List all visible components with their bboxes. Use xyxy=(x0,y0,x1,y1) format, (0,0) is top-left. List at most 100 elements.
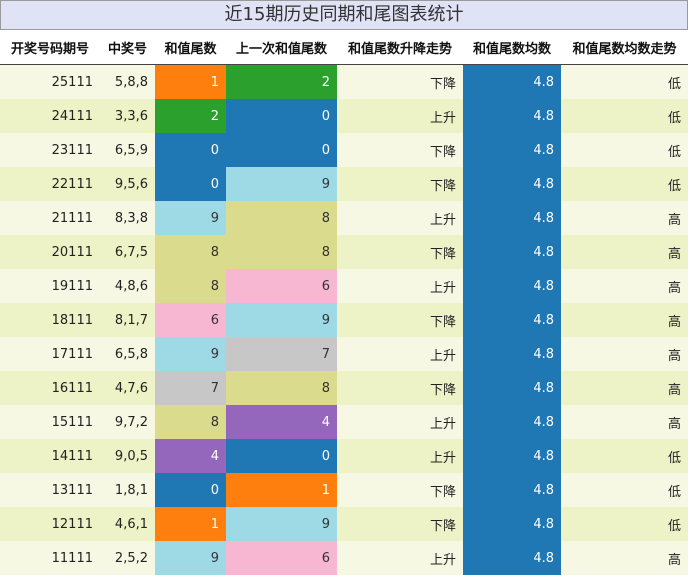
cell-trend: 下降 xyxy=(337,133,463,167)
cell-numbers: 4,8,6 xyxy=(100,269,155,303)
cell-numbers: 9,7,2 xyxy=(100,405,155,439)
cell-avg: 4.8 xyxy=(463,507,561,541)
cell-avg: 4.8 xyxy=(463,473,561,507)
cell-trend: 上升 xyxy=(337,269,463,303)
cell-avg: 4.8 xyxy=(463,541,561,575)
header-prev-tail: 上一次和值尾数 xyxy=(226,30,337,65)
cell-tail: 0 xyxy=(155,167,226,201)
table-body: 25111 5,8,8 1 2 下降 4.8 低 24111 3,3,6 2 0 上升 4.8 低 2311… xyxy=(0,64,688,575)
table-row: 15111 9,7,2 8 4 上升 4.8 高 xyxy=(0,405,688,439)
cell-avg-trend: 高 xyxy=(561,303,688,337)
table-row: 25111 5,8,8 1 2 下降 4.8 低 xyxy=(0,64,688,99)
cell-tail: 9 xyxy=(155,337,226,371)
cell-period: 11111 xyxy=(0,541,100,575)
cell-tail: 6 xyxy=(155,303,226,337)
cell-avg-trend: 高 xyxy=(561,405,688,439)
cell-avg: 4.8 xyxy=(463,269,561,303)
table-row: 22111 9,5,6 0 9 下降 4.8 低 xyxy=(0,167,688,201)
cell-tail: 8 xyxy=(155,235,226,269)
cell-avg: 4.8 xyxy=(463,64,561,99)
cell-trend: 上升 xyxy=(337,99,463,133)
cell-numbers: 4,7,6 xyxy=(100,371,155,405)
cell-numbers: 6,5,8 xyxy=(100,337,155,371)
cell-period: 22111 xyxy=(0,167,100,201)
cell-prev-tail: 0 xyxy=(226,439,337,473)
cell-avg-trend: 低 xyxy=(561,99,688,133)
cell-tail: 1 xyxy=(155,507,226,541)
cell-period: 16111 xyxy=(0,371,100,405)
cell-trend: 下降 xyxy=(337,507,463,541)
cell-numbers: 6,5,9 xyxy=(100,133,155,167)
cell-tail: 4 xyxy=(155,439,226,473)
cell-tail: 9 xyxy=(155,541,226,575)
cell-avg: 4.8 xyxy=(463,405,561,439)
cell-trend: 上升 xyxy=(337,405,463,439)
cell-avg: 4.8 xyxy=(463,337,561,371)
cell-period: 18111 xyxy=(0,303,100,337)
cell-tail: 9 xyxy=(155,201,226,235)
cell-period: 19111 xyxy=(0,269,100,303)
cell-period: 12111 xyxy=(0,507,100,541)
cell-prev-tail: 7 xyxy=(226,337,337,371)
cell-avg-trend: 高 xyxy=(561,269,688,303)
cell-numbers: 4,6,1 xyxy=(100,507,155,541)
cell-period: 23111 xyxy=(0,133,100,167)
cell-prev-tail: 9 xyxy=(226,507,337,541)
table-row: 11111 2,5,2 9 6 上升 4.8 高 xyxy=(0,541,688,575)
cell-numbers: 8,3,8 xyxy=(100,201,155,235)
cell-avg-trend: 低 xyxy=(561,473,688,507)
cell-avg: 4.8 xyxy=(463,99,561,133)
page-title: 近15期历史同期和尾图表统计 xyxy=(0,0,688,30)
cell-prev-tail: 6 xyxy=(226,541,337,575)
cell-trend: 下降 xyxy=(337,473,463,507)
cell-avg-trend: 低 xyxy=(561,133,688,167)
cell-period: 20111 xyxy=(0,235,100,269)
cell-numbers: 9,5,6 xyxy=(100,167,155,201)
cell-avg: 4.8 xyxy=(463,133,561,167)
cell-prev-tail: 9 xyxy=(226,303,337,337)
cell-tail: 8 xyxy=(155,269,226,303)
history-table: 开奖号码期号 中奖号 和值尾数 上一次和值尾数 和值尾数升降走势 和值尾数均数 … xyxy=(0,30,688,575)
header-period: 开奖号码期号 xyxy=(0,30,100,65)
table-row: 19111 4,8,6 8 6 上升 4.8 高 xyxy=(0,269,688,303)
cell-trend: 上升 xyxy=(337,541,463,575)
header-avg-trend: 和值尾数均数走势 xyxy=(561,30,688,65)
cell-period: 24111 xyxy=(0,99,100,133)
cell-tail: 2 xyxy=(155,99,226,133)
cell-trend: 上升 xyxy=(337,337,463,371)
cell-prev-tail: 6 xyxy=(226,269,337,303)
cell-prev-tail: 2 xyxy=(226,64,337,99)
header-tail: 和值尾数 xyxy=(155,30,226,65)
table-row: 18111 8,1,7 6 9 下降 4.8 高 xyxy=(0,303,688,337)
cell-numbers: 2,5,2 xyxy=(100,541,155,575)
cell-numbers: 5,8,8 xyxy=(100,64,155,99)
cell-avg-trend: 高 xyxy=(561,337,688,371)
table-row: 16111 4,7,6 7 8 下降 4.8 高 xyxy=(0,371,688,405)
cell-tail: 7 xyxy=(155,371,226,405)
cell-avg-trend: 低 xyxy=(561,507,688,541)
cell-avg: 4.8 xyxy=(463,439,561,473)
cell-prev-tail: 0 xyxy=(226,133,337,167)
cell-trend: 下降 xyxy=(337,167,463,201)
header-row: 开奖号码期号 中奖号 和值尾数 上一次和值尾数 和值尾数升降走势 和值尾数均数 … xyxy=(0,30,688,65)
cell-tail: 1 xyxy=(155,64,226,99)
cell-period: 15111 xyxy=(0,405,100,439)
cell-trend: 下降 xyxy=(337,64,463,99)
cell-period: 14111 xyxy=(0,439,100,473)
table-row: 24111 3,3,6 2 0 上升 4.8 低 xyxy=(0,99,688,133)
cell-trend: 上升 xyxy=(337,201,463,235)
cell-avg-trend: 低 xyxy=(561,439,688,473)
cell-trend: 下降 xyxy=(337,235,463,269)
cell-prev-tail: 1 xyxy=(226,473,337,507)
cell-avg: 4.8 xyxy=(463,235,561,269)
table-row: 12111 4,6,1 1 9 下降 4.8 低 xyxy=(0,507,688,541)
cell-avg-trend: 高 xyxy=(561,541,688,575)
cell-avg-trend: 高 xyxy=(561,371,688,405)
cell-numbers: 1,8,1 xyxy=(100,473,155,507)
cell-numbers: 9,0,5 xyxy=(100,439,155,473)
cell-numbers: 8,1,7 xyxy=(100,303,155,337)
header-trend: 和值尾数升降走势 xyxy=(337,30,463,65)
cell-period: 13111 xyxy=(0,473,100,507)
cell-numbers: 6,7,5 xyxy=(100,235,155,269)
cell-avg: 4.8 xyxy=(463,167,561,201)
